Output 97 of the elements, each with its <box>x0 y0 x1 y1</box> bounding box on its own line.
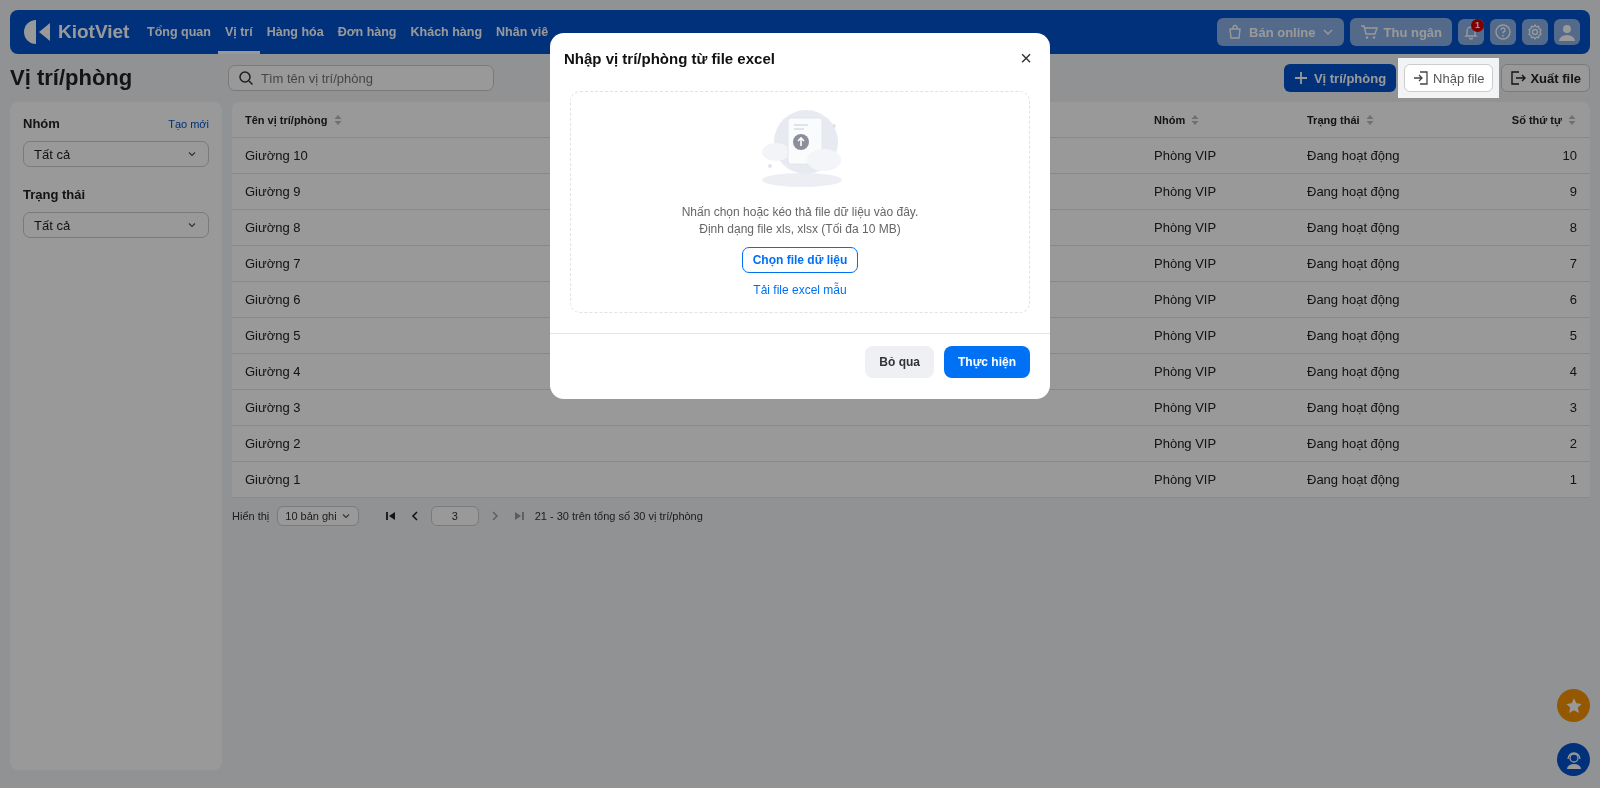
table-cell: Phòng VIP <box>1154 220 1217 235</box>
table-cell: 2 <box>1569 436 1577 451</box>
dropdown-value: Tất cả <box>34 146 71 162</box>
download-template-link[interactable]: Tải file excel mẫu <box>753 283 847 297</box>
sort-icon[interactable] <box>332 113 343 126</box>
chevron-down-icon <box>340 511 351 521</box>
cart-icon <box>1359 24 1378 40</box>
sort-icon[interactable] <box>1364 113 1375 126</box>
table-cell: Giường 1 <box>245 472 301 487</box>
table-cell: Giường 6 <box>245 292 301 307</box>
table-cell: Phòng VIP <box>1154 184 1217 199</box>
table-cell: Giường 4 <box>245 364 301 379</box>
table-cell: Đang hoạt động <box>1307 292 1400 307</box>
import-icon <box>1413 70 1430 86</box>
bell-icon <box>1463 24 1479 40</box>
favorite-button[interactable] <box>1557 689 1590 722</box>
table-cell: 1 <box>1569 472 1577 487</box>
dropdown-value: Tất cả <box>34 217 71 233</box>
filter-label: Trạng thái <box>23 187 86 202</box>
upload-hint: Định dạng file xls, xlsx (Tối đa 10 MB) <box>699 221 901 238</box>
table-cell: Đang hoạt động <box>1307 364 1400 379</box>
choose-file-button[interactable]: Chọn file dữ liệu <box>741 247 859 273</box>
export-file-button[interactable]: Xuất file <box>1501 64 1590 92</box>
star-icon <box>1564 696 1583 715</box>
file-drop-zone[interactable]: Nhấn chọn hoặc kéo thả file dữ liệu vào đây. Định dạng file xls, xlsx (Tối đa 10 MB) Chọn file dữ liệu Tải file excel mẫu <box>570 91 1030 313</box>
settings-icon <box>1526 23 1544 41</box>
dialog-title: Nhập vị trí/phòng từ file excel <box>564 50 775 67</box>
page-number-field[interactable]: 3 <box>430 506 479 526</box>
column-header[interactable]: Số thứ tự <box>1511 113 1562 126</box>
support-button[interactable] <box>1557 743 1590 776</box>
import-file-button[interactable]: Nhập file <box>1404 64 1494 92</box>
upload-hint: Nhấn chọn hoặc kéo thả file dữ liệu vào đây. <box>681 204 919 221</box>
table-cell: 8 <box>1569 220 1577 235</box>
close-button[interactable]: × <box>1016 47 1036 70</box>
sort-icon[interactable] <box>1190 113 1201 126</box>
table-cell: Phòng VIP <box>1154 292 1217 307</box>
page-size-label: Hiển thị <box>232 510 270 522</box>
table-cell: Giường 10 <box>245 148 308 163</box>
cancel-button[interactable]: Bỏ qua <box>865 346 934 378</box>
brand-name: KiotViet <box>58 21 130 43</box>
column-header[interactable]: Tên vị trí/phòng <box>245 113 328 126</box>
bag-icon <box>1227 24 1244 40</box>
column-header[interactable]: Nhóm <box>1154 113 1186 126</box>
nav-tab[interactable]: Hàng hóa <box>259 10 331 54</box>
table-cell: Giường 5 <box>245 328 301 343</box>
create-link[interactable]: Tạo mới <box>168 117 209 130</box>
sort-icon[interactable] <box>1567 113 1577 126</box>
table-cell: Đang hoạt động <box>1307 148 1400 163</box>
filter-dropdown[interactable]: Tất cả <box>23 212 209 238</box>
filter-dropdown[interactable]: Tất cả <box>23 141 209 167</box>
plus-icon <box>1293 71 1308 85</box>
logo-icon <box>24 18 52 46</box>
table-cell: Phòng VIP <box>1154 400 1217 415</box>
nav-tab[interactable]: Khách hàng <box>403 10 490 54</box>
export-icon <box>1510 70 1527 86</box>
table-cell: 6 <box>1569 292 1577 307</box>
table-cell: Giường 7 <box>245 256 301 271</box>
table-cell: Phòng VIP <box>1154 148 1217 163</box>
nav-tab[interactable]: Đơn hàng <box>330 10 404 54</box>
page-size-dropdown[interactable]: 10 bản ghi <box>277 506 359 526</box>
nav-tab[interactable]: Vị trí <box>217 10 260 54</box>
table-cell: Đang hoạt động <box>1307 184 1400 199</box>
table-cell: Đang hoạt động <box>1307 328 1400 343</box>
search-icon <box>238 70 254 86</box>
table-cell: Đang hoạt động <box>1307 436 1400 451</box>
table-cell: Phòng VIP <box>1154 256 1217 271</box>
table-cell: Phòng VIP <box>1154 328 1217 343</box>
table-cell: 7 <box>1569 256 1577 271</box>
notification-badge: 1 <box>1471 19 1484 32</box>
last-page-icon[interactable] <box>512 510 525 522</box>
submit-button[interactable]: Thực hiện <box>943 346 1030 378</box>
table-cell: Đang hoạt động <box>1307 400 1400 415</box>
help-icon <box>1494 23 1512 41</box>
filter-label: Nhóm <box>23 116 60 131</box>
user-icon <box>1557 22 1577 42</box>
nav-tab[interactable]: Tổng quan <box>140 10 218 54</box>
table-cell: Phòng VIP <box>1154 364 1217 379</box>
add-location-button[interactable]: Vị trí/phòng <box>1283 64 1397 92</box>
page-title: Vị trí/phòng <box>10 65 134 91</box>
table-cell: Giường 8 <box>245 220 301 235</box>
table-cell: Đang hoạt động <box>1307 472 1400 487</box>
table-cell: Giường 3 <box>245 400 301 415</box>
first-page-icon[interactable] <box>384 510 397 522</box>
table-cell: 4 <box>1569 364 1577 379</box>
table-cell: Đang hoạt động <box>1307 220 1400 235</box>
table-cell: 10 <box>1562 148 1577 163</box>
pagination-summary: 21 - 30 trên tổng số 30 vị trí/phòng <box>534 510 703 522</box>
table-cell: 5 <box>1569 328 1577 343</box>
table-cell: 9 <box>1569 184 1577 199</box>
table-cell: Phòng VIP <box>1154 472 1217 487</box>
table-cell: Giường 2 <box>245 436 301 451</box>
search-field[interactable]: Tìm tên vị trí/phòng <box>228 65 494 91</box>
table-cell: 3 <box>1569 400 1577 415</box>
table-cell: Phòng VIP <box>1154 436 1217 451</box>
column-header[interactable]: Trạng thái <box>1307 113 1360 126</box>
table-cell: Giường 9 <box>245 184 301 199</box>
table-cell: Đang hoạt động <box>1307 256 1400 271</box>
